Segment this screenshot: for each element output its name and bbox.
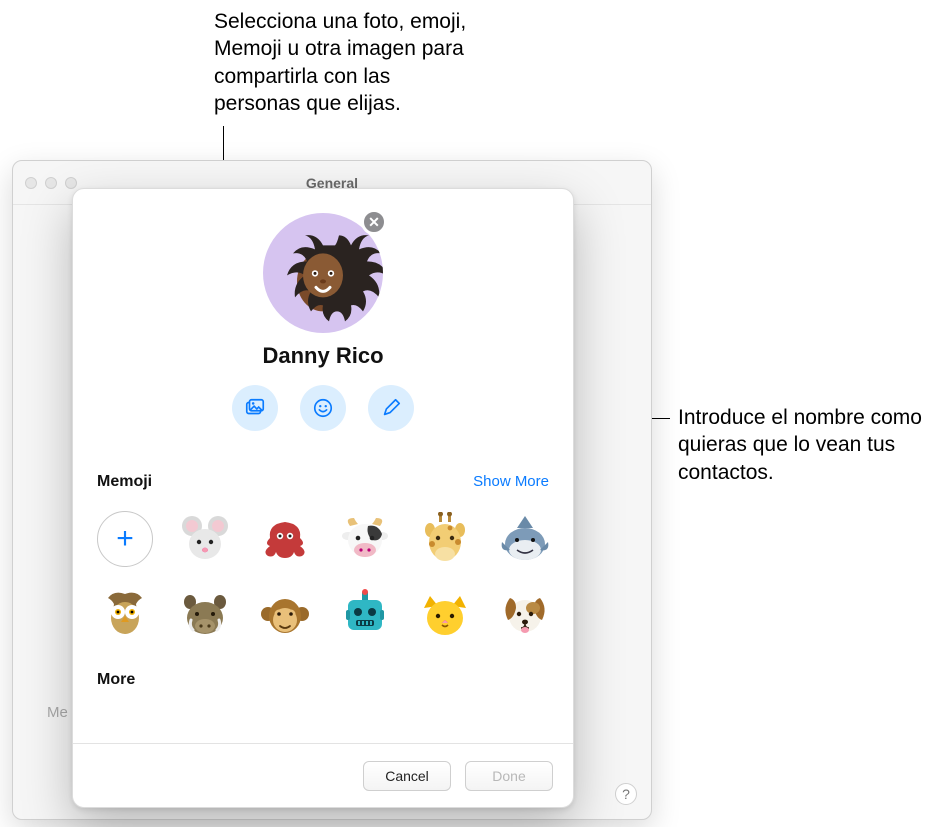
- cancel-button[interactable]: Cancel: [363, 761, 451, 791]
- name-photo-sheet: ✕ Danny Rico: [72, 188, 574, 808]
- memoji-giraffe[interactable]: [417, 511, 473, 567]
- more-title: More: [97, 671, 135, 689]
- add-memoji-button[interactable]: +: [97, 511, 153, 567]
- edit-icon: [380, 397, 402, 419]
- owl-icon: [98, 588, 152, 642]
- display-name[interactable]: Danny Rico: [97, 343, 549, 369]
- help-button[interactable]: ?: [615, 783, 637, 805]
- memoji-section-header: Memoji Show More: [97, 473, 549, 491]
- memoji-octopus[interactable]: [257, 511, 313, 567]
- clear-photo-button[interactable]: ✕: [361, 209, 387, 235]
- memoji-robot[interactable]: [337, 587, 393, 643]
- sheet-footer: Cancel Done: [73, 743, 573, 807]
- dog-icon: [498, 588, 552, 642]
- memoji-mouse[interactable]: [177, 511, 233, 567]
- plus-icon: +: [116, 522, 134, 556]
- photos-button[interactable]: [232, 385, 278, 431]
- memoji-dog[interactable]: [497, 587, 553, 643]
- cow-icon: [338, 512, 392, 566]
- memoji-title: Memoji: [97, 473, 152, 491]
- emoji-icon: [312, 397, 334, 419]
- callout-right: Introduce el nombre como quieras que lo …: [678, 404, 928, 486]
- callout-top: Selecciona una foto, emoji, Memoji u otr…: [214, 8, 474, 117]
- memoji-cat[interactable]: [417, 587, 473, 643]
- sidebar-me-label: Me: [47, 704, 68, 721]
- memoji-boar[interactable]: [177, 587, 233, 643]
- emoji-button[interactable]: [300, 385, 346, 431]
- more-section-header: More: [97, 671, 549, 689]
- boar-icon: [178, 588, 232, 642]
- giraffe-icon: [418, 512, 472, 566]
- cat-icon: [418, 588, 472, 642]
- memoji-person-icon: [263, 215, 383, 333]
- avatar-container[interactable]: ✕: [263, 213, 383, 333]
- memoji-grid: +: [97, 511, 549, 643]
- octopus-icon: [258, 512, 312, 566]
- memoji-monkey[interactable]: [257, 587, 313, 643]
- edit-name-button[interactable]: [368, 385, 414, 431]
- memoji-owl[interactable]: [97, 587, 153, 643]
- mouse-icon: [178, 512, 232, 566]
- memoji-shark[interactable]: [497, 511, 553, 567]
- shark-icon: [498, 512, 552, 566]
- show-more-link[interactable]: Show More: [473, 473, 549, 490]
- done-button: Done: [465, 761, 553, 791]
- action-row: [97, 385, 549, 431]
- monkey-icon: [258, 588, 312, 642]
- robot-icon: [338, 588, 392, 642]
- memoji-cow[interactable]: [337, 511, 393, 567]
- photos-icon: [244, 397, 266, 419]
